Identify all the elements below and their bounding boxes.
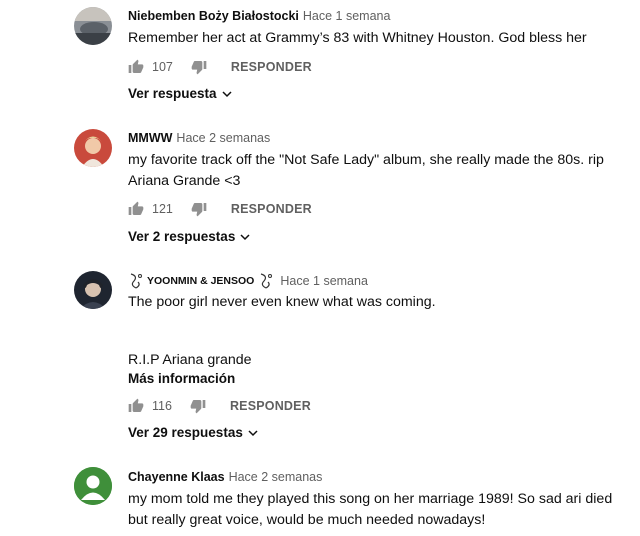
comment-author[interactable]: Chayenne Klaas [128,470,225,484]
view-replies-button[interactable]: Ver respuesta [128,86,232,101]
thumb-up-icon[interactable] [128,398,144,414]
comment-text: The poor girl never even knew what was c… [128,294,436,310]
like-count: 121 [152,202,173,216]
thumb-up-icon[interactable] [128,201,144,217]
view-replies-label: Ver respuesta [128,86,217,101]
thumb-down-icon[interactable] [191,59,207,75]
reply-button[interactable]: RESPONDER [231,60,312,74]
view-replies-label: Ver 2 respuestas [128,229,236,244]
comment-time[interactable]: Hace 2 semanas [176,131,270,145]
comment-text: my mom told me they played this song on … [128,491,613,528]
comment-author[interactable]: YOONMIN & JENSOO [147,275,254,287]
chevron-down-icon [240,233,250,240]
reply-button[interactable]: RESPONDER [231,202,312,216]
avatar[interactable] [74,7,112,45]
view-replies-label: Ver 29 respuestas [128,425,243,440]
comment-author[interactable]: MMWW [128,131,172,145]
chevron-down-icon [222,90,232,97]
avatar[interactable] [74,467,112,505]
ribbon-icon [130,273,142,289]
comment-text: my favorite track off the "Not Safe Lady… [128,152,604,189]
read-more-button[interactable]: Más información [128,371,235,386]
avatar[interactable] [74,271,112,309]
comment-time[interactable]: Hace 1 semana [303,9,391,23]
view-replies-button[interactable]: Ver 2 respuestas [128,229,250,244]
comment-time[interactable]: Hace 2 semanas [229,470,323,484]
reply-button[interactable]: RESPONDER [230,399,311,413]
thumb-down-icon[interactable] [190,398,206,414]
comment-text-extra: R.I.P Ariana grande [128,352,252,368]
thumb-up-icon[interactable] [128,59,144,75]
comment-time[interactable]: Hace 1 semana [280,274,368,288]
like-count: 107 [152,60,173,74]
chevron-down-icon [248,429,258,436]
thumb-down-icon[interactable] [191,201,207,217]
comment-author[interactable]: Niebemben Boży Białostocki [128,9,299,23]
view-replies-button[interactable]: Ver 29 respuestas [128,425,258,440]
comment-text: Remember her act at Grammy’s 83 with Whi… [128,30,587,46]
avatar[interactable] [74,129,112,167]
ribbon-icon [261,273,273,289]
like-count: 116 [152,399,172,413]
